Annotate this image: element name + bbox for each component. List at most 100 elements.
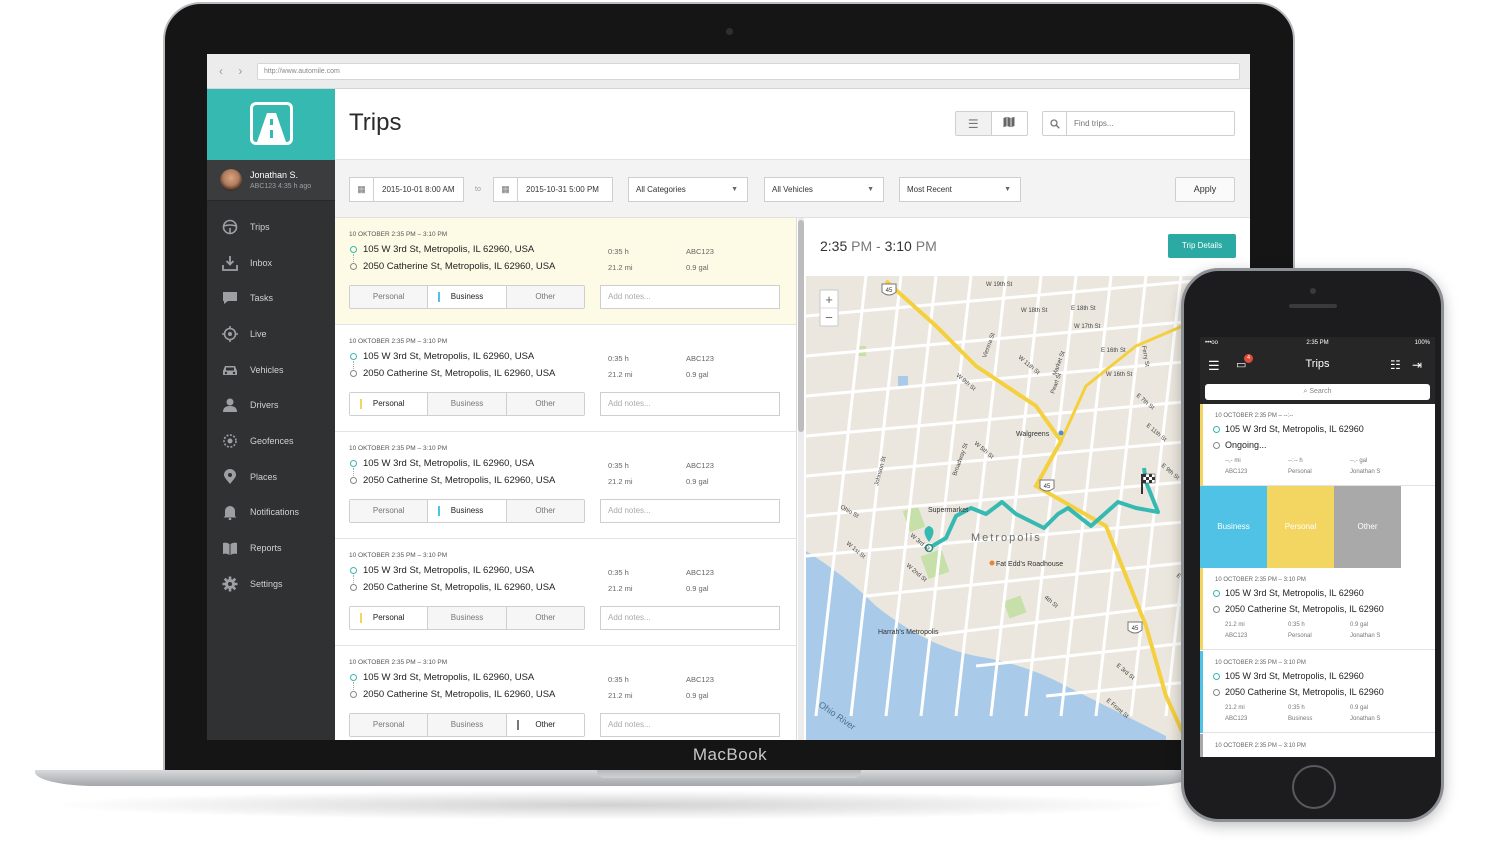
sort-select[interactable]: Most Recent ▼ xyxy=(899,177,1021,202)
route-connector xyxy=(353,361,354,369)
map-icon xyxy=(1003,116,1015,131)
book-icon xyxy=(221,539,239,557)
category-select-value: All Categories xyxy=(636,185,686,194)
page-title: Trips xyxy=(349,109,402,136)
logout-icon[interactable]: ⇥ xyxy=(1412,358,1422,372)
address-bar[interactable]: http://www.automile.com xyxy=(257,63,1240,80)
date-from-field[interactable]: ▦ 2015-10-01 8:00 AM xyxy=(349,177,464,202)
phone-trip-from: 105 W 3rd St, Metropolis, IL 62960 xyxy=(1225,671,1364,681)
end-dot-icon xyxy=(350,477,357,484)
end-dot-icon xyxy=(350,370,357,377)
sidebar-item-drivers[interactable]: Drivers xyxy=(207,387,335,423)
trip-to-address: 2050 Catherine St, Metropolis, IL 62960,… xyxy=(363,689,556,700)
sidebar-item-reports[interactable]: Reports xyxy=(207,530,335,566)
sidebar-item-label: Inbox xyxy=(250,257,273,268)
sidebar-item-label: Live xyxy=(250,328,267,339)
steering-wheel-icon xyxy=(221,218,239,236)
notes-input[interactable]: Add notes... xyxy=(600,713,780,737)
phone-nav-bar: ☰ ▭ 4 Trips ☷ ⇥ xyxy=(1200,350,1435,380)
phone-home-button[interactable] xyxy=(1292,765,1336,809)
category-personal-button[interactable]: Personal xyxy=(350,607,429,629)
swipe-other-button[interactable]: Other xyxy=(1334,486,1401,568)
search-box xyxy=(1042,111,1235,136)
phone-trip-to: 2050 Catherine St, Metropolis, IL 62960 xyxy=(1225,604,1384,614)
category-business-button[interactable]: Business xyxy=(428,714,507,736)
category-business-button[interactable]: Business xyxy=(428,500,507,522)
vehicle-select[interactable]: All Vehicles ▼ xyxy=(764,177,884,202)
sidebar-item-geofences[interactable]: Geofences xyxy=(207,423,335,459)
notes-input[interactable]: Add notes... xyxy=(600,499,780,523)
laptop-brand: MacBook xyxy=(692,745,768,764)
phone-trip-distance: 21.2 mi xyxy=(1225,705,1245,711)
sidebar-item-tasks[interactable]: Tasks xyxy=(207,280,335,316)
swipe-business-button[interactable]: Business xyxy=(1200,486,1267,568)
zoom-in-button[interactable]: + xyxy=(825,292,833,307)
trip-row[interactable]: 10 OKTOBER 2:35 PM – 3:10 PM 105 W 3rd S… xyxy=(335,539,796,646)
geofence-icon xyxy=(221,432,239,450)
logo-area[interactable] xyxy=(207,89,335,160)
list-icon[interactable]: ☷ xyxy=(1390,358,1401,372)
notes-input[interactable]: Add notes... xyxy=(600,285,780,309)
category-other-button[interactable]: Other xyxy=(506,286,584,308)
date-to-field[interactable]: ▦ 2015-10-31 5:00 PM xyxy=(493,177,613,202)
apply-button[interactable]: Apply xyxy=(1175,177,1235,202)
sidebar-item-places[interactable]: Places xyxy=(207,459,335,495)
end-time: 3:10 xyxy=(884,238,912,254)
phone-screen: •••oo 2:35 PM 100% ☰ ▭ 4 Trips ☷ ⇥ ⌕ Sea… xyxy=(1200,337,1435,757)
trip-to-address: 2050 Catherine St, Metropolis, IL 62960,… xyxy=(363,368,556,379)
trip-vehicle: ABC123 xyxy=(686,354,714,363)
category-business-button[interactable]: Business xyxy=(428,607,507,629)
category-business-button[interactable]: Business xyxy=(428,286,507,308)
category-personal-button[interactable]: Personal xyxy=(350,286,429,308)
phone-trip-card[interactable]: 10 OCTOBER 2:35 PM – 3:10 PM 105 W 3rd S… xyxy=(1200,651,1435,733)
sidebar-item-live[interactable]: Live xyxy=(207,316,335,352)
category-personal-button[interactable]: Personal xyxy=(350,714,429,736)
sidebar-item-inbox[interactable]: Inbox xyxy=(207,245,335,281)
phone-search-input[interactable]: ⌕ Search xyxy=(1205,384,1430,400)
map-view-button[interactable] xyxy=(992,112,1028,135)
category-other-button[interactable]: Other xyxy=(506,500,584,522)
trip-details-button[interactable]: Trip Details xyxy=(1168,234,1236,258)
trip-list-scroll-thumb[interactable] xyxy=(798,220,804,432)
trip-vehicle: ABC123 xyxy=(686,247,714,256)
phone-trip-to: 2050 Catherine St, Metropolis, IL 62960 xyxy=(1225,687,1384,697)
trip-duration: 0:35 h xyxy=(608,675,629,684)
sidebar-item-settings[interactable]: Settings xyxy=(207,566,335,602)
search-input[interactable] xyxy=(1074,119,1224,128)
sidebar-item-trips[interactable]: Trips xyxy=(207,209,335,245)
notes-input[interactable]: Add notes... xyxy=(600,392,780,416)
trip-distance: 21.2 mi xyxy=(608,370,633,379)
browser-nav-arrows[interactable]: ‹ › xyxy=(219,64,248,78)
trip-row[interactable]: 10 OKTOBER 2:35 PM – 3:10 PM 105 W 3rd S… xyxy=(335,646,796,740)
category-color-bar xyxy=(1200,651,1203,733)
category-other-button[interactable]: Other xyxy=(506,393,584,415)
phone-trip-distance: 21.2 mi xyxy=(1225,622,1245,628)
phone-trip-driver: Jonathan S xyxy=(1350,716,1381,722)
category-business-button[interactable]: Business xyxy=(428,393,507,415)
category-color-bar xyxy=(1200,568,1203,650)
category-other-button[interactable]: Other xyxy=(506,714,584,736)
street-label: W 17th St xyxy=(1074,324,1101,330)
phone-trip-card-ongoing[interactable]: 10 OCTOBER 2:35 PM – --:-- 105 W 3rd St,… xyxy=(1200,404,1435,486)
search-icon[interactable] xyxy=(1043,112,1067,135)
swipe-personal-button[interactable]: Personal xyxy=(1267,486,1334,568)
list-view-button[interactable]: ☰ xyxy=(956,112,992,135)
sidebar-item-vehicles[interactable]: Vehicles xyxy=(207,352,335,388)
trip-row[interactable]: 10 OKTOBER 2:35 PM – 3:10 PM 105 W 3rd S… xyxy=(335,432,796,539)
category-personal-button[interactable]: Personal xyxy=(350,500,429,522)
notes-input[interactable]: Add notes... xyxy=(600,606,780,630)
category-personal-button[interactable]: Personal xyxy=(350,393,429,415)
phone-trip-card[interactable]: 10 OCTOBER 2:35 PM – 3:10 PM 105 W 3rd S… xyxy=(1200,568,1435,650)
user-profile[interactable]: Jonathan S. ABC123 4:35 h ago xyxy=(207,160,335,201)
phone-trip-card[interactable]: 10 OCTOBER 2:35 PM – 3:10 PM xyxy=(1200,734,1435,757)
crosshair-icon xyxy=(221,325,239,343)
map-pin-icon xyxy=(221,468,239,486)
category-select[interactable]: All Categories ▼ xyxy=(628,177,748,202)
trip-row[interactable]: 10 OKTOBER 2:35 PM – 3:10 PM 105 W 3rd S… xyxy=(335,218,796,325)
category-other-button[interactable]: Other xyxy=(506,607,584,629)
trip-row[interactable]: 10 OKTOBER 2:35 PM – 3:10 PM 105 W 3rd S… xyxy=(335,325,796,432)
zoom-out-button[interactable]: − xyxy=(825,310,833,325)
phone-trip-driver: Jonathan S xyxy=(1350,633,1381,639)
sidebar-item-notifications[interactable]: Notifications xyxy=(207,495,335,531)
trip-time: 10 OKTOBER 2:35 PM – 3:10 PM xyxy=(349,445,448,452)
